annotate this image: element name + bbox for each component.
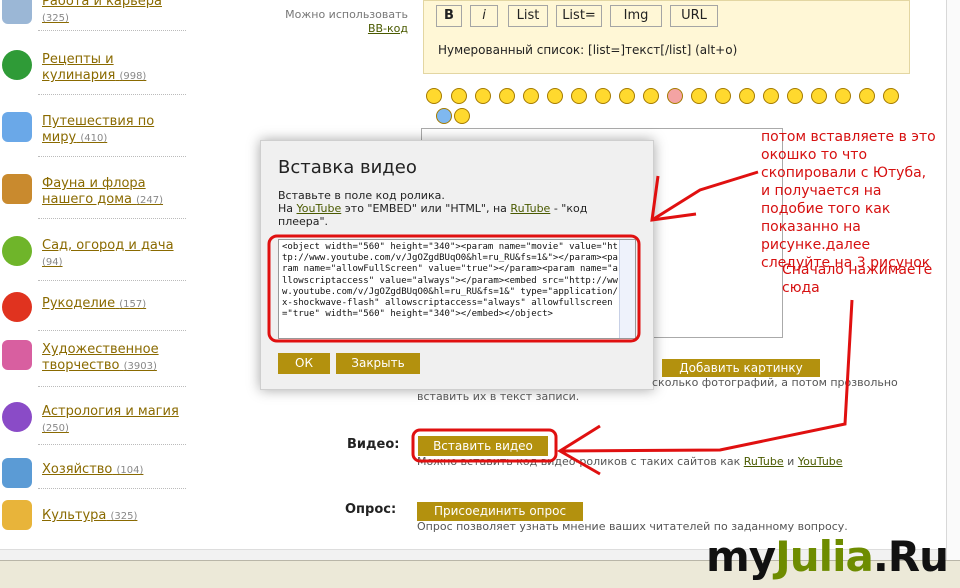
arrow-icon bbox=[559, 299, 854, 453]
highlight-frame bbox=[267, 234, 641, 343]
arrow-icon bbox=[651, 170, 759, 222]
highlight-frame bbox=[411, 428, 558, 463]
page-right-margin bbox=[946, 0, 960, 560]
annotation-overlay bbox=[267, 170, 854, 476]
watermark-logo: myJulia.Ru bbox=[706, 532, 949, 581]
